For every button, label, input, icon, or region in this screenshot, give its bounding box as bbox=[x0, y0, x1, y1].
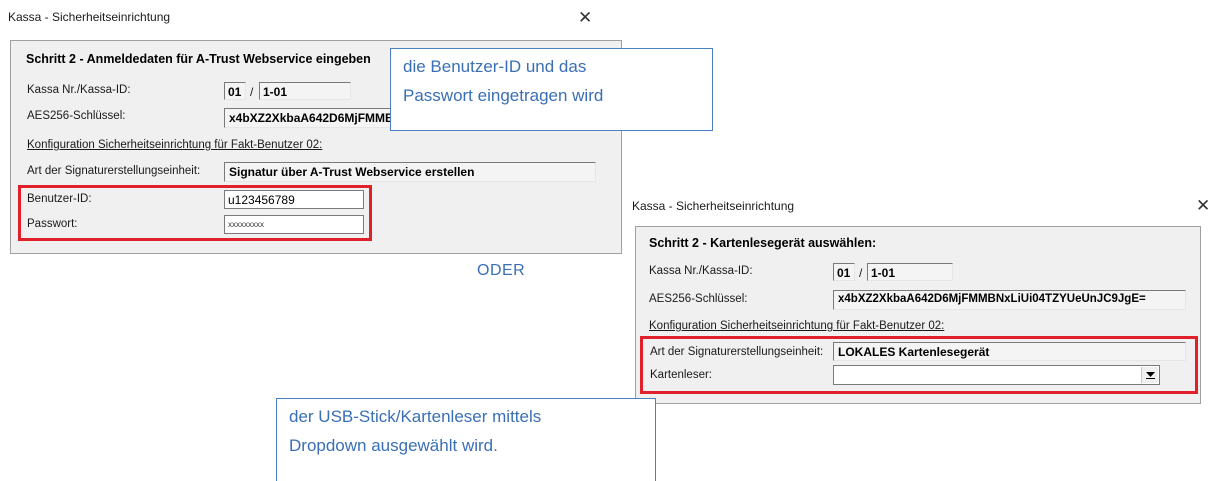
window2-kassa-label: Kassa Nr./Kassa-ID: bbox=[649, 265, 753, 277]
window1-kassa-separator: / bbox=[250, 85, 254, 99]
window1-aes-field: x4bXZ2XkbaA642D6MjFMMBNxLiUi04TZYUeUnJC9… bbox=[224, 108, 394, 128]
callout-credentials: die Benutzer-ID und das Passwort eingetr… bbox=[390, 48, 713, 131]
window2-close-icon[interactable]: ✕ bbox=[1196, 197, 1210, 214]
window1-title: Kassa - Sicherheitseinrichtung bbox=[8, 10, 171, 24]
window2-kassa-id-field: 1-01 bbox=[867, 263, 953, 281]
window1-kassa-label: Kassa Nr./Kassa-ID: bbox=[27, 84, 131, 96]
window1-close-icon[interactable]: ✕ bbox=[578, 9, 592, 26]
window2-aes-label: AES256-Schlüssel: bbox=[649, 293, 748, 305]
window2-config-label: Konfiguration Sicherheitseinrichtung für… bbox=[649, 320, 945, 332]
window1-kassa-id-field: 1-01 bbox=[259, 82, 351, 100]
window1-aes-label: AES256-Schlüssel: bbox=[27, 110, 126, 122]
callout-card-reader-line2: Dropdown ausgewählt wird. bbox=[289, 436, 498, 455]
window1-signature-field: Signatur über A-Trust Webservice erstell… bbox=[224, 162, 596, 182]
callout-credentials-line1: die Benutzer-ID und das bbox=[403, 57, 587, 76]
window2-kassa-separator: / bbox=[859, 266, 863, 280]
callout-card-reader-line1: der USB-Stick/Kartenleser mittels bbox=[289, 407, 542, 426]
callout-card-reader: der USB-Stick/Kartenleser mittels Dropdo… bbox=[276, 398, 656, 481]
card-reader-highlight-box bbox=[640, 336, 1198, 394]
window2-aes-field: x4bXZ2XkbaA642D6MjFMMBNxLiUi04TZYUeUnJC9… bbox=[833, 290, 1186, 310]
window1-kassa-nr-field: 01 bbox=[224, 82, 246, 100]
callout-credentials-line2: Passwort eingetragen wird bbox=[403, 86, 604, 105]
window2-kassa-nr-field: 01 bbox=[833, 263, 855, 281]
oder-separator: ODER bbox=[477, 262, 526, 279]
window2-title: Kassa - Sicherheitseinrichtung bbox=[632, 199, 795, 213]
window1-heading: Schritt 2 - Anmeldedaten für A-Trust Web… bbox=[26, 52, 371, 66]
window1-config-label: Konfiguration Sicherheitseinrichtung für… bbox=[27, 139, 323, 151]
window2-heading: Schritt 2 - Kartenlesegerät auswählen: bbox=[649, 236, 877, 250]
credentials-highlight-box bbox=[18, 185, 372, 241]
window1-signature-label: Art der Signaturerstellungseinheit: bbox=[27, 165, 201, 177]
